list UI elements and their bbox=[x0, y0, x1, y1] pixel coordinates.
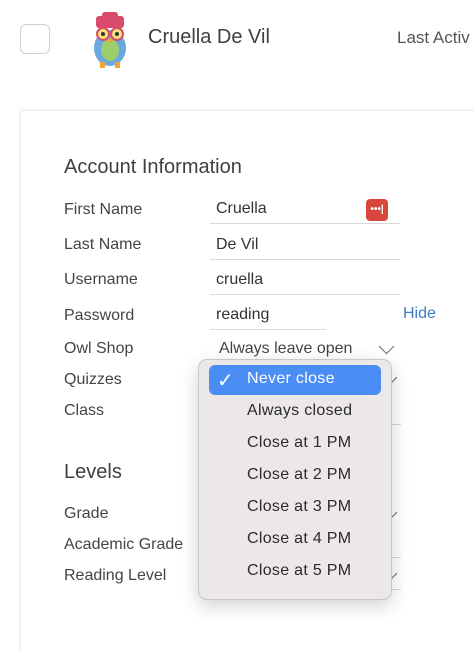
user-header: Cruella De Vil Last Activ bbox=[0, 0, 474, 90]
menu-option-label: Never close bbox=[247, 370, 335, 387]
menu-option-close-5pm[interactable]: Close at 5 PM bbox=[209, 557, 381, 587]
reading-level-label: Reading Level bbox=[64, 567, 167, 584]
owl-shop-dropdown-menu[interactable]: ✓ Never close Always closed Close at 1 P… bbox=[198, 359, 392, 600]
levels-title: Levels bbox=[64, 461, 122, 483]
menu-option-always-closed[interactable]: Always closed bbox=[209, 397, 381, 427]
menu-option-close-3pm[interactable]: Close at 3 PM bbox=[209, 493, 381, 523]
last-active-header[interactable]: Last Activ bbox=[397, 28, 470, 48]
check-icon: ✓ bbox=[217, 370, 234, 392]
hide-password-link[interactable]: Hide bbox=[403, 305, 436, 323]
menu-option-label: Always closed bbox=[247, 402, 353, 419]
first-name-value: Cruella bbox=[216, 200, 267, 217]
first-name-label: First Name bbox=[64, 201, 143, 218]
menu-option-label: Close at 5 PM bbox=[247, 562, 352, 579]
owl-shop-select-value[interactable]: Always leave open bbox=[219, 340, 352, 358]
username-field[interactable]: cruella bbox=[210, 270, 400, 295]
password-label: Password bbox=[64, 307, 135, 324]
username-value: cruella bbox=[216, 271, 264, 288]
menu-option-close-1pm[interactable]: Close at 1 PM bbox=[209, 429, 381, 459]
menu-option-label: Close at 4 PM bbox=[247, 530, 352, 547]
academic-grade-label: Academic Grade bbox=[64, 536, 184, 553]
last-name-label: Last Name bbox=[64, 236, 142, 253]
password-value: reading bbox=[216, 306, 270, 323]
user-name-title: Cruella De Vil bbox=[148, 26, 270, 48]
menu-option-label: Close at 1 PM bbox=[247, 434, 352, 451]
password-field[interactable]: reading bbox=[210, 305, 326, 330]
password-manager-icon[interactable]: •••| bbox=[366, 199, 388, 221]
quizzes-label: Quizzes bbox=[64, 371, 122, 388]
menu-option-close-2pm[interactable]: Close at 2 PM bbox=[209, 461, 381, 491]
menu-option-label: Close at 2 PM bbox=[247, 466, 352, 483]
grade-label: Grade bbox=[64, 505, 109, 522]
menu-option-never-close[interactable]: ✓ Never close bbox=[209, 365, 381, 395]
last-name-field[interactable]: De Vil bbox=[210, 235, 400, 260]
last-name-value: De Vil bbox=[216, 236, 259, 253]
owl-shop-label: Owl Shop bbox=[64, 340, 134, 357]
select-user-checkbox[interactable] bbox=[20, 24, 50, 54]
owl-avatar bbox=[94, 12, 126, 68]
account-information-title: Account Information bbox=[64, 156, 242, 178]
class-label: Class bbox=[64, 402, 105, 419]
menu-option-label: Close at 3 PM bbox=[247, 498, 352, 515]
menu-option-close-4pm[interactable]: Close at 4 PM bbox=[209, 525, 381, 555]
username-label: Username bbox=[64, 271, 138, 288]
